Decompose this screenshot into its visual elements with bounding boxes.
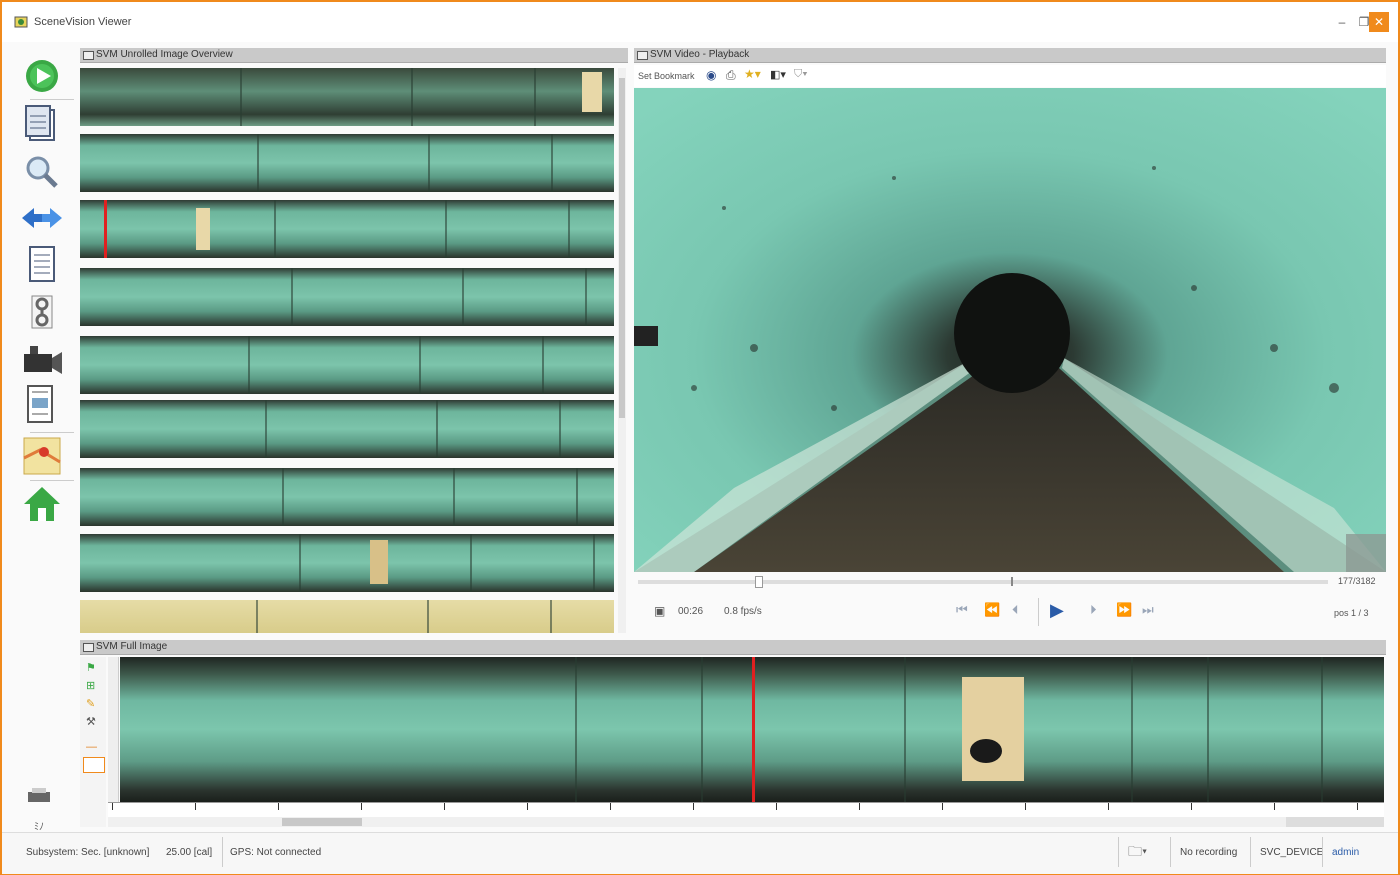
timeline-marker xyxy=(1010,577,1013,586)
fullscreen-button[interactable] xyxy=(1346,534,1386,572)
timeline-handle[interactable] xyxy=(755,576,764,588)
unrolled-panel-title: SVM Unrolled Image Overview xyxy=(96,49,233,60)
unrolled-strip[interactable] xyxy=(80,200,614,258)
frame-count: 177/3182 xyxy=(1338,576,1376,586)
position-label: pos 1 / 3 xyxy=(1334,608,1369,618)
unrolled-strip[interactable] xyxy=(80,268,614,326)
unrolled-scrollbar[interactable] xyxy=(618,68,626,633)
status-user[interactable]: admin xyxy=(1332,847,1359,858)
sidebar-item-compare[interactable] xyxy=(20,198,64,238)
minimize-button[interactable]: – xyxy=(1332,12,1352,32)
selection-tool[interactable] xyxy=(83,757,105,773)
pencil-icon[interactable]: — xyxy=(86,741,97,753)
set-bookmark-button[interactable]: Set Bookmark xyxy=(638,71,695,81)
unrolled-panel-header: SVM Unrolled Image Overview xyxy=(80,48,628,63)
fast-forward-button[interactable]: ⏩ xyxy=(1116,602,1132,618)
tool-icon[interactable]: ⚒ xyxy=(86,715,96,728)
star-icon[interactable]: ★▾ xyxy=(744,67,761,81)
map-icon xyxy=(23,437,61,475)
sidebar-item-tools[interactable] xyxy=(20,292,64,332)
unrolled-strip[interactable] xyxy=(80,134,614,192)
close-button[interactable]: ✕ xyxy=(1369,12,1389,32)
rewind-button[interactable]: ⏪ xyxy=(984,602,1000,618)
add-icon[interactable]: ⊞ xyxy=(86,679,95,692)
tunnel-image xyxy=(634,88,1386,572)
sidebar-item-search[interactable] xyxy=(20,152,64,192)
sidebar-item-map[interactable] xyxy=(20,436,64,476)
filter-icon[interactable]: ⛉▾ xyxy=(794,68,808,81)
unrolled-strip[interactable] xyxy=(80,400,614,458)
sidebar: ﾐﾉ xyxy=(12,44,74,834)
sidebar-item-home[interactable] xyxy=(20,484,64,524)
play-button[interactable]: ▶ xyxy=(1050,600,1064,621)
unrolled-strip[interactable] xyxy=(80,68,614,126)
last-frame-button[interactable]: ⏭ xyxy=(1142,602,1154,618)
bottom-label: ﾐﾉ xyxy=(34,822,44,833)
status-device: SVC_DEVICE xyxy=(1260,847,1324,858)
unrolled-strip[interactable] xyxy=(80,534,614,592)
full-image-cursor[interactable] xyxy=(752,657,755,802)
report-icon xyxy=(27,385,53,423)
edit-icon[interactable]: ✎ xyxy=(86,697,95,710)
app-logo-icon xyxy=(14,16,28,28)
sidebar-item-camera[interactable] xyxy=(20,340,64,380)
speed-display: 0.8 fps/s xyxy=(724,606,762,617)
position-cursor xyxy=(104,200,107,258)
clipboard-icon xyxy=(25,105,55,141)
window-title: SceneVision Viewer xyxy=(34,16,132,28)
full-image[interactable] xyxy=(120,657,1384,802)
scrollbar-thumb[interactable] xyxy=(282,818,362,826)
unrolled-strip[interactable] xyxy=(80,468,614,526)
full-image-scrollbar[interactable] xyxy=(108,817,1286,827)
sidebar-item-play[interactable] xyxy=(20,56,64,96)
document-icon xyxy=(29,246,55,282)
app-window: SceneVision Viewer – ❐ ✕ ﾐﾉ SVM Unrolled… xyxy=(0,0,1400,875)
status-bar: Subsystem: Sec. [unknown] 25.00 [cal] GP… xyxy=(2,832,1398,874)
panel-icon xyxy=(637,51,648,60)
step-back-button[interactable]: ⏴ xyxy=(1012,602,1019,618)
folder-icon[interactable]: 🗀▾ xyxy=(1128,841,1147,865)
video-panel-title: SVM Video - Playback xyxy=(650,49,750,60)
video-timeline[interactable] xyxy=(638,576,1328,588)
sidebar-item-clipboard[interactable] xyxy=(20,104,64,144)
layout-icon[interactable]: ◧▾ xyxy=(770,68,786,81)
manhole-region xyxy=(962,677,1024,781)
unrolled-strip[interactable] xyxy=(80,336,614,394)
sidebar-item-report[interactable] xyxy=(20,384,64,424)
magnifier-icon xyxy=(26,156,58,188)
status-recording: No recording xyxy=(1180,847,1238,858)
status-value: 25.00 [cal] xyxy=(166,847,213,858)
arrows-icon xyxy=(22,208,62,228)
panel-icon xyxy=(83,51,94,60)
sidebar-item-document[interactable] xyxy=(20,244,64,284)
video-panel-header: SVM Video - Playback xyxy=(634,48,1386,63)
print-button[interactable] xyxy=(24,786,54,809)
scrollbar-thumb[interactable] xyxy=(619,78,625,418)
horizontal-ruler xyxy=(108,802,1384,817)
tools-icon xyxy=(31,295,53,329)
panel-icon xyxy=(83,643,94,652)
print-icon[interactable]: ⎙ xyxy=(726,68,736,83)
vertical-ruler xyxy=(108,657,119,802)
play-icon xyxy=(26,60,58,92)
title-bar: SceneVision Viewer – ❐ ✕ xyxy=(2,2,1398,42)
printer-icon xyxy=(28,788,50,802)
unrolled-strip[interactable] xyxy=(80,600,614,633)
step-forward-button[interactable]: ⏵ xyxy=(1090,602,1097,618)
flag-icon[interactable]: ⚑ xyxy=(86,661,96,674)
full-image-toolbar: ⚑ ⊞ ✎ ⚒ — xyxy=(80,657,106,827)
video-toolbar: Set Bookmark ◉ ⎙ ★▾ ◧▾ ⛉▾ xyxy=(634,65,1386,87)
snapshot-icon[interactable]: ▣ xyxy=(654,604,665,618)
globe-icon[interactable]: ◉ xyxy=(706,68,716,82)
full-panel-title: SVM Full Image xyxy=(96,641,168,652)
status-section: Subsystem: Sec. [unknown] xyxy=(26,847,150,858)
full-panel-header: SVM Full Image xyxy=(80,640,1386,655)
video-frame[interactable] xyxy=(634,88,1386,572)
first-frame-button[interactable]: ⏮ xyxy=(956,602,968,618)
home-icon xyxy=(24,487,60,521)
video-controls: ▣ 00:26 0.8 fps/s ⏮ ⏪ ⏴ ▶ ⏵ ⏩ ⏭ pos 1 / … xyxy=(634,594,1386,630)
camera-icon xyxy=(24,346,62,374)
status-connection: GPS: Not connected xyxy=(230,847,322,858)
time-display: 00:26 xyxy=(678,606,704,617)
